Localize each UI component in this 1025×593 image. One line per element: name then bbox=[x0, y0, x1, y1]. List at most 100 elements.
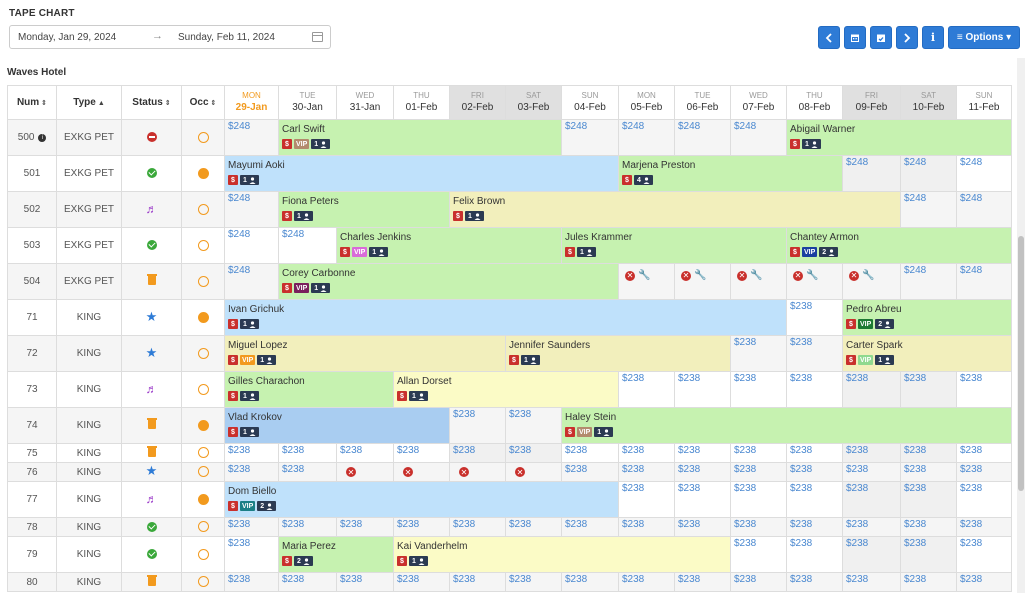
rate-cell[interactable]: $248 bbox=[618, 119, 675, 156]
reservation-block[interactable]: Haley Stein $ VIP 1 bbox=[561, 407, 1012, 444]
rate-cell[interactable]: $238 bbox=[505, 572, 562, 592]
rate-cell[interactable]: $238 bbox=[449, 517, 506, 537]
rate-cell[interactable]: $238 bbox=[561, 443, 619, 463]
rate-cell[interactable]: $248 bbox=[224, 119, 279, 156]
room-status[interactable] bbox=[121, 263, 182, 300]
rate-cell[interactable]: $238 bbox=[900, 462, 957, 482]
rate-cell[interactable]: $238 bbox=[786, 462, 843, 482]
reservation-block[interactable]: Pedro Abreu $ VIP 2 bbox=[842, 299, 1012, 336]
room-status[interactable]: ♬ bbox=[121, 371, 182, 408]
rate-cell[interactable]: $248 bbox=[900, 155, 957, 192]
blocked-cell[interactable]: ✕ 🔧 bbox=[786, 263, 843, 300]
rate-cell[interactable]: $238 bbox=[900, 443, 957, 463]
rate-cell[interactable]: $238 bbox=[561, 572, 619, 592]
rate-cell[interactable]: $238 bbox=[956, 517, 1012, 537]
rate-cell[interactable]: $238 bbox=[674, 443, 731, 463]
rate-cell[interactable]: $238 bbox=[730, 572, 787, 592]
reservation-block[interactable]: Mayumi Aoki $1 bbox=[224, 155, 619, 192]
rate-cell[interactable]: $248 bbox=[956, 155, 1012, 192]
rate-cell[interactable]: $238 bbox=[449, 443, 506, 463]
scrollbar-thumb[interactable] bbox=[1018, 236, 1024, 491]
rate-cell[interactable]: $238 bbox=[842, 371, 901, 408]
column-num[interactable]: Num ⇕ bbox=[7, 85, 57, 120]
info-button[interactable]: i bbox=[922, 26, 944, 49]
rate-cell[interactable]: $238 bbox=[674, 371, 731, 408]
rate-cell[interactable]: $238 bbox=[842, 536, 901, 573]
rate-cell[interactable]: $238 bbox=[224, 443, 279, 463]
rate-cell[interactable]: $238 bbox=[618, 371, 675, 408]
rate-cell[interactable]: $238 bbox=[505, 443, 562, 463]
reservation-block[interactable]: Ivan Grichuk $1 bbox=[224, 299, 787, 336]
rate-cell[interactable]: $238 bbox=[956, 462, 1012, 482]
rate-cell[interactable]: $238 bbox=[561, 462, 619, 482]
reservation-block[interactable]: Gilles Charachon $1 bbox=[224, 371, 394, 408]
rate-cell[interactable]: $238 bbox=[956, 443, 1012, 463]
rate-cell[interactable]: $238 bbox=[956, 536, 1012, 573]
rate-cell[interactable]: $248 bbox=[561, 119, 619, 156]
rate-cell[interactable]: $238 bbox=[505, 407, 562, 444]
room-status[interactable] bbox=[121, 119, 182, 156]
rate-cell[interactable]: $248 bbox=[842, 155, 901, 192]
calendar-week-button[interactable] bbox=[844, 26, 866, 49]
date-range-picker[interactable]: Monday, Jan 29, 2024 → Sunday, Feb 11, 2… bbox=[9, 25, 331, 49]
rate-cell[interactable]: $248 bbox=[674, 119, 731, 156]
room-status[interactable] bbox=[121, 572, 182, 592]
rate-cell[interactable]: $248 bbox=[730, 119, 787, 156]
rate-cell[interactable]: $238 bbox=[278, 462, 337, 482]
rate-cell[interactable]: $238 bbox=[505, 517, 562, 537]
rate-cell[interactable]: $238 bbox=[730, 536, 787, 573]
reservation-block[interactable]: Allan Dorset $1 bbox=[393, 371, 619, 408]
rate-cell[interactable]: $238 bbox=[730, 517, 787, 537]
rate-cell[interactable]: $238 bbox=[900, 371, 957, 408]
blocked-cell[interactable]: ✕ 🔧 bbox=[618, 263, 675, 300]
rate-cell[interactable]: $238 bbox=[730, 481, 787, 518]
rate-cell[interactable]: $248 bbox=[956, 263, 1012, 300]
column-type[interactable]: Type ▲ bbox=[56, 85, 122, 120]
rate-cell[interactable]: $238 bbox=[786, 481, 843, 518]
reservation-block[interactable]: Chantey Armon $ VIP 2 bbox=[786, 227, 1012, 264]
column-occ[interactable]: Occ ⇕ bbox=[181, 85, 225, 120]
calendar-today-button[interactable] bbox=[870, 26, 892, 49]
rate-cell[interactable]: $238 bbox=[449, 572, 506, 592]
rate-cell[interactable]: $238 bbox=[786, 572, 843, 592]
reservation-block[interactable]: Maria Perez $2 bbox=[278, 536, 394, 573]
options-button[interactable]: ≡ Options ▾ bbox=[948, 26, 1020, 49]
reservation-block[interactable]: Carl Swift $ VIP 1 bbox=[278, 119, 562, 156]
reservation-block[interactable]: Abigail Warner $1 bbox=[786, 119, 1012, 156]
rate-cell[interactable]: $248 bbox=[224, 191, 279, 228]
reservation-block[interactable]: Marjena Preston $4 bbox=[618, 155, 843, 192]
rate-cell[interactable]: $238 bbox=[730, 462, 787, 482]
rate-cell[interactable]: $238 bbox=[618, 481, 675, 518]
rate-cell[interactable]: $238 bbox=[900, 481, 957, 518]
rate-cell[interactable]: $238 bbox=[900, 536, 957, 573]
rate-cell[interactable]: $238 bbox=[278, 443, 337, 463]
rate-cell[interactable]: $238 bbox=[224, 536, 279, 573]
rate-cell[interactable]: $238 bbox=[449, 407, 506, 444]
rate-cell[interactable]: $238 bbox=[900, 572, 957, 592]
rate-cell[interactable]: $238 bbox=[618, 443, 675, 463]
rate-cell[interactable]: $238 bbox=[224, 462, 279, 482]
reservation-block[interactable]: Corey Carbonne $ VIP 1 bbox=[278, 263, 619, 300]
rate-cell[interactable]: $238 bbox=[674, 462, 731, 482]
reservation-block[interactable]: Felix Brown $1 bbox=[449, 191, 901, 228]
column-status[interactable]: Status ⇕ bbox=[121, 85, 182, 120]
info-icon[interactable]: i bbox=[38, 134, 47, 142]
room-status[interactable]: ♬ bbox=[121, 481, 182, 518]
rate-cell[interactable]: $238 bbox=[956, 481, 1012, 518]
blocked-cell[interactable]: ✕ 🔧 bbox=[730, 263, 787, 300]
rate-cell[interactable]: $238 bbox=[278, 572, 337, 592]
reservation-block[interactable]: Kai Vanderhelm $1 bbox=[393, 536, 731, 573]
room-status[interactable]: ♬ bbox=[121, 191, 182, 228]
room-status[interactable]: ★ bbox=[121, 462, 182, 482]
room-status[interactable]: ★ bbox=[121, 299, 182, 336]
rate-cell[interactable]: $238 bbox=[618, 462, 675, 482]
rate-cell[interactable]: $238 bbox=[393, 517, 450, 537]
room-status[interactable] bbox=[121, 517, 182, 537]
blocked-cell[interactable]: ✕ 🔧 bbox=[674, 263, 731, 300]
unavailable-cell[interactable]: ✕ bbox=[336, 462, 394, 482]
rate-cell[interactable]: $238 bbox=[278, 517, 337, 537]
prev-button[interactable] bbox=[818, 26, 840, 49]
rate-cell[interactable]: $238 bbox=[674, 481, 731, 518]
rate-cell[interactable]: $238 bbox=[336, 517, 394, 537]
room-status[interactable]: ★ bbox=[121, 335, 182, 372]
